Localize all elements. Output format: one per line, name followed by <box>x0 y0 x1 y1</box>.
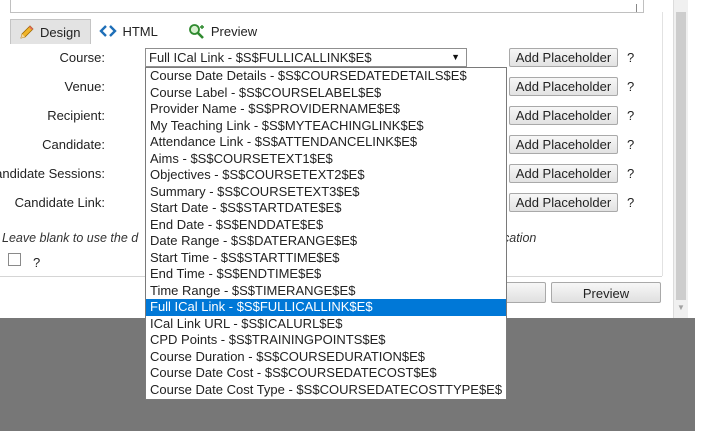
code-icon <box>99 25 118 37</box>
add-placeholder-recipient-button[interactable]: Add Placeholder <box>509 106 618 125</box>
html-editor-area[interactable] <box>10 0 644 13</box>
option-checkbox[interactable] <box>8 253 21 266</box>
dropdown-option[interactable]: End Time - $S$ENDTIME$E$ <box>146 266 506 283</box>
dropdown-option[interactable]: Start Date - $S$STARTDATE$E$ <box>146 200 506 217</box>
pencil-icon <box>20 25 34 39</box>
dropdown-option[interactable]: Course Label - $S$COURSELABEL$E$ <box>146 85 506 102</box>
dropdown-option[interactable]: Course Date Cost Type - $S$COURSEDATECOS… <box>146 382 506 399</box>
venue-label: Venue: <box>64 79 106 94</box>
tab-preview[interactable]: Preview <box>180 19 267 43</box>
dropdown-option[interactable]: Attendance Link - $S$ATTENDANCELINK$E$ <box>146 134 506 151</box>
page-edge <box>695 0 703 431</box>
dropdown-option[interactable]: Course Date Cost - $S$COURSEDATECOST$E$ <box>146 365 506 382</box>
help-course[interactable]: ? <box>627 50 634 65</box>
tab-design-label: Design <box>40 24 81 40</box>
tab-design[interactable]: Design <box>10 19 92 44</box>
preview-button[interactable]: Preview <box>551 282 661 303</box>
add-placeholder-candidate-link-button[interactable]: Add Placeholder <box>509 193 618 212</box>
panel-border <box>662 12 663 276</box>
add-placeholder-candidate-sessions-button[interactable]: Add Placeholder <box>509 164 618 183</box>
dropdown-option[interactable]: My Teaching Link - $S$MYTEACHINGLINK$E$ <box>146 118 506 135</box>
dropdown-option[interactable]: CPD Points - $S$TRAININGPOINTS$E$ <box>146 332 506 349</box>
help-candidate[interactable]: ? <box>627 137 634 152</box>
candidate-label: Candidate: <box>42 137 105 152</box>
dropdown-option[interactable]: ICal Link URL - $S$ICALURL$E$ <box>146 316 506 333</box>
tab-preview-label: Preview <box>210 23 258 39</box>
blank-hint-text-tail: cation <box>503 231 537 245</box>
editor-mode-tabs: Design HTML Preview <box>10 19 267 44</box>
blank-hint-text: Leave blank to use the d <box>2 231 139 245</box>
help-candidate-sessions[interactable]: ? <box>627 166 634 181</box>
scroll-down-arrow-icon[interactable]: ▼ <box>676 302 686 314</box>
dropdown-option[interactable]: Summary - $S$COURSETEXT3$E$ <box>146 184 506 201</box>
dropdown-option[interactable]: Course Duration - $S$COURSEDURATION$E$ <box>146 349 506 366</box>
course-placeholder-select[interactable]: Full ICal Link - $S$FULLICALLINK$E$ ▼ <box>145 48 467 67</box>
magnifier-icon <box>188 24 204 39</box>
add-placeholder-candidate-button[interactable]: Add Placeholder <box>509 135 618 154</box>
course-placeholder-dropdown-list[interactable]: Course Date Details - $S$COURSEDATEDETAI… <box>145 67 507 400</box>
tab-html[interactable]: HTML <box>91 19 167 43</box>
tab-html-label: HTML <box>122 23 158 39</box>
scroll-thumb[interactable] <box>676 12 686 300</box>
help-candidate-link[interactable]: ? <box>627 195 634 210</box>
chevron-down-icon: ▼ <box>451 52 460 62</box>
dropdown-option[interactable]: Objectives - $S$COURSETEXT2$E$ <box>146 167 506 184</box>
dropdown-option[interactable]: Full ICal Link - $S$FULLICALLINK$E$ <box>146 299 506 316</box>
help-venue[interactable]: ? <box>627 79 634 94</box>
help-checkbox[interactable]: ? <box>33 255 40 270</box>
recipient-label: Recipient: <box>47 108 105 123</box>
editor-resize-mark <box>636 4 643 12</box>
dropdown-option[interactable]: Start Time - $S$STARTTIME$E$ <box>146 250 506 267</box>
help-recipient[interactable]: ? <box>627 108 634 123</box>
dialog-scrollbar[interactable]: ▼ <box>673 0 688 318</box>
dropdown-option[interactable]: Time Range - $S$TIMERANGE$E$ <box>146 283 506 300</box>
dropdown-option[interactable]: Course Date Details - $S$COURSEDATEDETAI… <box>146 68 506 85</box>
course-label: Course: <box>59 50 105 65</box>
dropdown-option[interactable]: Provider Name - $S$PROVIDERNAME$E$ <box>146 101 506 118</box>
dropdown-option[interactable]: Aims - $S$COURSETEXT1$E$ <box>146 151 506 168</box>
course-select-value: Full ICal Link - $S$FULLICALLINK$E$ <box>149 50 372 65</box>
dropdown-option[interactable]: End Date - $S$ENDDATE$E$ <box>146 217 506 234</box>
candidate-sessions-label: Candidate Sessions: <box>0 166 105 181</box>
candidate-link-label: Candidate Link: <box>14 195 105 210</box>
add-placeholder-course-button[interactable]: Add Placeholder <box>509 48 618 67</box>
dropdown-option[interactable]: Date Range - $S$DATERANGE$E$ <box>146 233 506 250</box>
add-placeholder-venue-button[interactable]: Add Placeholder <box>509 77 618 96</box>
